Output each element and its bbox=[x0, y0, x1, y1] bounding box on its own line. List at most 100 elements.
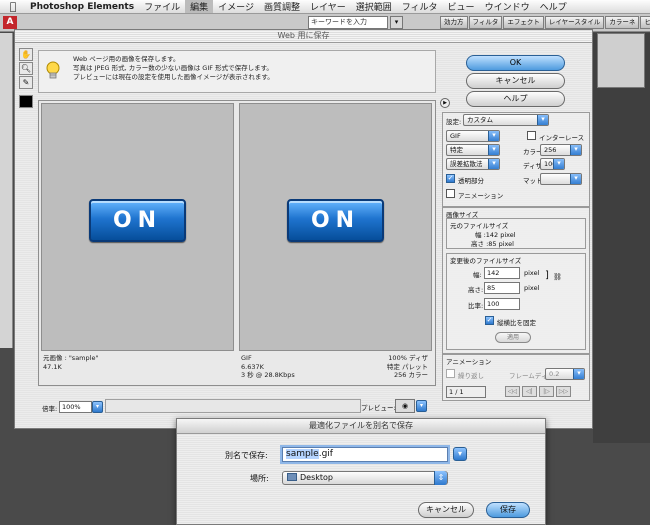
dither-algorithm-select[interactable]: 誤差拡散法 bbox=[446, 158, 500, 170]
constrain-proportions-checkbox[interactable]: ✓ bbox=[485, 316, 494, 325]
interlace-label: インターレース bbox=[539, 134, 585, 142]
original-size-group: 元のファイルサイズ 幅 :142 pixel 高さ :85 pixel bbox=[446, 218, 586, 249]
save-for-web-dialog: Web 用に保存 ✋ 🔍︎ ✎ Web ページ用の画像を保存します。 写真は J… bbox=[14, 29, 593, 429]
new-size-group: 変更後のファイルサイズ 幅: 142 pixel 高さ: 85 pixel ] … bbox=[446, 253, 586, 350]
cancel-button[interactable]: キャンセル bbox=[466, 73, 565, 89]
interlace-checkbox[interactable] bbox=[527, 131, 536, 140]
info-line: 写真は JPEG 形式, カラー数の少ない画像は GIF 形式で保存します。 bbox=[73, 64, 273, 72]
preview-area: ON ON 元画像 : "sample" 47.1K GIF 6.637K 3 … bbox=[38, 100, 436, 386]
palette-tab[interactable]: レイヤースタイル bbox=[544, 16, 605, 29]
menu-window[interactable]: ウインドウ bbox=[480, 0, 535, 13]
preset-select[interactable]: カスタム bbox=[463, 114, 549, 126]
folder-icon bbox=[287, 473, 297, 481]
palette-tab[interactable]: フィルタ bbox=[468, 16, 503, 29]
height-label: 高さ: bbox=[468, 286, 484, 294]
save-as-label: 別名で保存: bbox=[225, 451, 268, 460]
optimized-dither: 100% ディザ bbox=[388, 354, 428, 362]
format-select[interactable]: GIF bbox=[446, 130, 500, 142]
menu-filter[interactable]: フィルタ bbox=[397, 0, 443, 13]
frame-delay-select[interactable]: 0.2 bbox=[545, 368, 585, 380]
first-frame-button[interactable]: ◁◁ bbox=[505, 386, 520, 397]
status-field bbox=[105, 399, 361, 413]
zoom-label: 倍率: bbox=[42, 405, 58, 413]
apple-icon[interactable]:  bbox=[0, 0, 26, 13]
previous-frame-button[interactable]: ◁| bbox=[522, 386, 537, 397]
optimized-preview-pane[interactable]: ON bbox=[239, 103, 432, 351]
loop-checkbox[interactable] bbox=[446, 369, 455, 378]
palette-select[interactable]: 特定 bbox=[446, 144, 500, 156]
original-name: 元画像 : "sample" bbox=[43, 354, 99, 362]
menu-view[interactable]: ビュー bbox=[443, 0, 480, 13]
dialog-tools: ✋ 🔍︎ ✎ bbox=[19, 48, 33, 109]
link-bracket-icon: ] bbox=[545, 270, 549, 281]
matte-select[interactable] bbox=[540, 173, 582, 185]
palette-tab[interactable]: エフェクト bbox=[503, 16, 544, 29]
chain-link-icon: ⛓ bbox=[553, 273, 562, 281]
optimized-colors: 256 カラー bbox=[394, 371, 428, 379]
info-line: プレビューには現在の設定を使用した画像イメージが表示されます。 bbox=[73, 73, 274, 81]
height-unit: pixel bbox=[524, 284, 540, 292]
width-label: 幅: bbox=[473, 271, 482, 279]
colors-select[interactable]: 256 bbox=[540, 144, 582, 156]
filename-base: sample bbox=[286, 449, 319, 459]
menu-app-name[interactable]: Photoshop Elements bbox=[26, 2, 139, 12]
eyedropper-color-swatch[interactable] bbox=[19, 95, 33, 108]
ratio-input[interactable]: 100 bbox=[484, 298, 520, 310]
palette-well: 効力方 フィルタ エフェクト レイヤースタイル カラーネ ヒスト bbox=[440, 16, 650, 29]
constrain-proportions-label: 縦横比を固定 bbox=[497, 319, 536, 327]
menu-image[interactable]: イメージ bbox=[213, 0, 259, 13]
save-cancel-button[interactable]: キャンセル bbox=[418, 502, 474, 518]
save-button[interactable]: 保存 bbox=[486, 502, 530, 518]
menu-file[interactable]: ファイル bbox=[139, 0, 185, 13]
zoom-select[interactable]: 100% bbox=[59, 401, 92, 413]
original-image-on-button: ON bbox=[89, 199, 186, 242]
last-frame-button[interactable]: ▷▷ bbox=[556, 386, 571, 397]
next-frame-button[interactable]: |▷ bbox=[539, 386, 554, 397]
transparency-label: 透明部分 bbox=[458, 177, 484, 185]
menubar:  Photoshop Elements ファイル 編集 イメージ 画質調整 レ… bbox=[0, 0, 650, 14]
menu-help[interactable]: ヘルプ bbox=[535, 0, 572, 13]
preview-browser-label: プレビュー: bbox=[361, 404, 396, 412]
animation-title: アニメーション bbox=[446, 358, 492, 366]
dither-amount-select[interactable]: 100% bbox=[540, 158, 565, 170]
zoom-tool-icon[interactable]: 🔍︎ bbox=[19, 62, 33, 75]
keyword-search-arrow-icon[interactable]: ▾ bbox=[390, 16, 403, 29]
pse-workspace-background bbox=[593, 33, 650, 443]
transparency-checkbox[interactable]: ✓ bbox=[446, 174, 455, 183]
hand-tool-icon[interactable]: ✋ bbox=[19, 48, 33, 61]
keyword-search-input[interactable]: キーワードを入力 bbox=[308, 16, 388, 29]
palette-tab[interactable]: カラーネ bbox=[605, 16, 640, 29]
settings-menu-icon[interactable]: ▶ bbox=[440, 98, 450, 108]
browser-preview-dropdown-icon[interactable]: ▾ bbox=[416, 400, 427, 412]
lightbulb-icon bbox=[46, 61, 60, 79]
help-button[interactable]: ヘルプ bbox=[466, 91, 565, 107]
optimized-image-on-button: ON bbox=[287, 199, 384, 242]
dialog-title: Web 用に保存 bbox=[15, 30, 592, 43]
filename-input[interactable]: sample.gif bbox=[282, 447, 448, 462]
expand-browser-icon[interactable]: ▾ bbox=[453, 447, 467, 461]
loop-label: 繰り返し bbox=[458, 372, 484, 380]
info-box: Web ページ用の画像を保存します。 写真は JPEG 形式, カラー数の少ない… bbox=[38, 50, 436, 93]
menu-layer[interactable]: レイヤー bbox=[305, 0, 351, 13]
settings-label: 設定: bbox=[446, 118, 462, 126]
palette-tab[interactable]: 効力方 bbox=[440, 16, 468, 29]
original-preview-pane[interactable]: ON bbox=[41, 103, 234, 351]
menu-enhance[interactable]: 画質調整 bbox=[259, 0, 305, 13]
where-select[interactable]: Desktop bbox=[282, 471, 448, 485]
eyedropper-tool-icon[interactable]: ✎ bbox=[19, 76, 33, 89]
pse-toolbox bbox=[0, 33, 13, 348]
menu-select[interactable]: 選択範囲 bbox=[351, 0, 397, 13]
apply-button[interactable]: 適用 bbox=[495, 332, 531, 343]
height-input[interactable]: 85 bbox=[484, 282, 520, 294]
pse-palette-panel bbox=[597, 33, 645, 88]
browser-preview-icon[interactable]: ◉ bbox=[395, 399, 415, 413]
ok-button[interactable]: OK bbox=[466, 55, 565, 71]
menu-edit[interactable]: 編集 bbox=[185, 0, 214, 13]
frame-counter: 1 / 1 bbox=[446, 386, 486, 398]
width-input[interactable]: 142 bbox=[484, 267, 520, 279]
palette-tab[interactable]: ヒスト bbox=[640, 16, 650, 29]
save-optimized-sheet: 最適化ファイルを別名で保存 別名で保存: sample.gif ▾ 場所: De… bbox=[176, 418, 546, 525]
original-size: 47.1K bbox=[43, 362, 62, 371]
animation-checkbox[interactable] bbox=[446, 189, 455, 198]
zoom-dropdown-icon[interactable]: ▾ bbox=[92, 401, 103, 413]
